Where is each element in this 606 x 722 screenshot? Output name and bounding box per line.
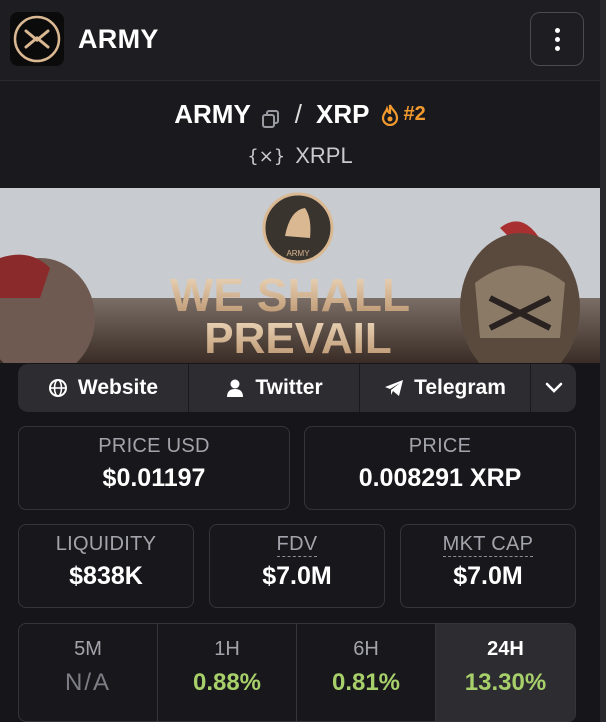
chain-label: {×} XRPL — [0, 143, 600, 169]
quote-token: XRP — [316, 99, 370, 129]
telegram-button[interactable]: Telegram — [360, 364, 531, 412]
website-label: Website — [77, 376, 159, 399]
pair-header: ARMY / XRP #2 {×} XRPL — [0, 80, 600, 188]
user-icon — [227, 379, 244, 397]
tab-1h[interactable]: 1H 0.88% — [158, 624, 297, 721]
website-button[interactable]: Website — [18, 364, 189, 412]
token-banner: ARMY WE SHALL PREVAIL — [0, 188, 600, 363]
chain-name: XRPL — [295, 143, 353, 168]
change-value: 0.81% — [331, 669, 401, 696]
twitter-button[interactable]: Twitter — [189, 364, 360, 412]
liquidity-card: LIQUIDITY $838K — [18, 524, 194, 608]
tab-5m[interactable]: 5M N/A — [19, 624, 158, 721]
price-native-card: PRICE 0.008291 XRP — [304, 426, 576, 510]
mktcap-label: MKT CAP — [442, 533, 534, 557]
app-title: ARMY — [78, 24, 159, 54]
more-links-button[interactable] — [531, 364, 576, 412]
pair-separator: / — [294, 99, 303, 129]
fdv-label: FDV — [276, 533, 318, 557]
banner-logo-text: ARMY — [286, 249, 310, 258]
change-value: 13.30% — [464, 669, 547, 696]
period-label: 24H — [487, 638, 524, 660]
change-value: N/A — [64, 669, 111, 696]
liquidity-label: LIQUIDITY — [55, 533, 157, 555]
tab-6h[interactable]: 6H 0.81% — [297, 624, 436, 721]
banner-line-2: PREVAIL — [204, 314, 391, 363]
price-value: 0.008291 XRP — [358, 464, 522, 492]
mktcap-value: $7.0M — [453, 562, 523, 590]
copy-icon[interactable] — [261, 105, 281, 128]
price-change-tabs: 5M N/A 1H 0.88% 6H 0.81% 24H 13.30% — [18, 623, 576, 722]
telegram-icon — [385, 380, 404, 396]
price-usd-label: PRICE USD — [98, 435, 210, 457]
price-label: PRICE — [408, 435, 472, 457]
chevron-down-icon — [545, 382, 562, 393]
twitter-label: Twitter — [255, 376, 323, 399]
globe-icon — [48, 379, 67, 397]
pair-title: ARMY / XRP #2 — [0, 99, 600, 130]
liquidity-value: $838K — [69, 562, 143, 590]
xrpl-icon: {×} — [247, 145, 286, 167]
base-token: ARMY — [174, 99, 251, 129]
top-bar: ARMY — [0, 0, 600, 80]
mktcap-card[interactable]: MKT CAP $7.0M — [400, 524, 576, 608]
rank-value: #2 — [403, 103, 426, 125]
fire-icon — [381, 104, 398, 126]
screen: ARMY ARMY / XRP #2 {×} XRPL ARMY WE SHAL… — [0, 0, 606, 722]
trending-rank[interactable]: #2 — [380, 103, 426, 126]
period-label: 5M — [74, 638, 102, 660]
change-value: 0.88% — [192, 669, 262, 696]
fdv-value: $7.0M — [262, 562, 332, 590]
price-usd-value: $0.01197 — [102, 464, 206, 492]
army-logo-icon[interactable] — [10, 12, 64, 66]
telegram-label: Telegram — [414, 376, 506, 399]
tab-24h[interactable]: 24H 13.30% — [436, 624, 575, 721]
price-usd-card: PRICE USD $0.01197 — [18, 426, 290, 510]
scrollbar[interactable] — [600, 0, 606, 722]
kebab-menu-icon[interactable] — [530, 12, 584, 66]
period-label: 1H — [214, 638, 240, 660]
fdv-card[interactable]: FDV $7.0M — [209, 524, 385, 608]
period-label: 6H — [353, 638, 379, 660]
social-links: Website Twitter Telegram — [18, 364, 576, 412]
